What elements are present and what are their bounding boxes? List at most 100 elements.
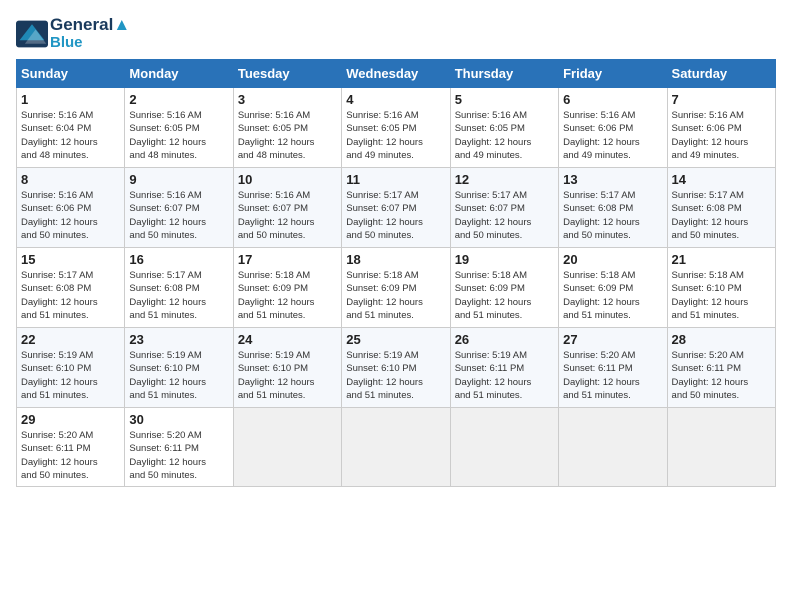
sunset-label: Sunset: 6:07 PM <box>455 203 525 214</box>
calendar-cell: 17 Sunrise: 5:18 AM Sunset: 6:09 PM Dayl… <box>233 248 341 328</box>
daylight-label: Daylight: 12 hours <box>238 137 315 148</box>
sunrise-label: Sunrise: 5:20 AM <box>21 430 93 441</box>
daylight-label: Daylight: 12 hours <box>563 377 640 388</box>
daylight-label: Daylight: 12 hours <box>672 217 749 228</box>
day-header-thursday: Thursday <box>450 60 558 88</box>
day-info: Sunrise: 5:17 AM Sunset: 6:08 PM Dayligh… <box>672 189 771 242</box>
day-info: Sunrise: 5:20 AM Sunset: 6:11 PM Dayligh… <box>672 349 771 402</box>
sunset-label: Sunset: 6:09 PM <box>238 283 308 294</box>
day-info: Sunrise: 5:20 AM Sunset: 6:11 PM Dayligh… <box>563 349 662 402</box>
logo: General▲ Blue <box>16 16 130 51</box>
day-header-friday: Friday <box>559 60 667 88</box>
sunset-label: Sunset: 6:07 PM <box>346 203 416 214</box>
day-number: 27 <box>563 332 662 347</box>
calendar-cell: 12 Sunrise: 5:17 AM Sunset: 6:07 PM Dayl… <box>450 168 558 248</box>
calendar-week-5: 29 Sunrise: 5:20 AM Sunset: 6:11 PM Dayl… <box>17 408 776 487</box>
day-info: Sunrise: 5:18 AM Sunset: 6:10 PM Dayligh… <box>672 269 771 322</box>
sunrise-label: Sunrise: 5:16 AM <box>129 190 201 201</box>
day-number: 30 <box>129 412 228 427</box>
sunset-label: Sunset: 6:05 PM <box>455 123 525 134</box>
sunrise-label: Sunrise: 5:20 AM <box>129 430 201 441</box>
calendar-header-row: SundayMondayTuesdayWednesdayThursdayFrid… <box>17 60 776 88</box>
daylight-label: Daylight: 12 hours <box>563 297 640 308</box>
day-info: Sunrise: 5:20 AM Sunset: 6:11 PM Dayligh… <box>129 429 228 482</box>
day-info: Sunrise: 5:16 AM Sunset: 6:05 PM Dayligh… <box>129 109 228 162</box>
sunrise-label: Sunrise: 5:19 AM <box>346 350 418 361</box>
day-number: 6 <box>563 92 662 107</box>
daylight-label: Daylight: 12 hours <box>346 297 423 308</box>
day-info: Sunrise: 5:16 AM Sunset: 6:07 PM Dayligh… <box>129 189 228 242</box>
daylight-label: Daylight: 12 hours <box>238 297 315 308</box>
day-number: 13 <box>563 172 662 187</box>
sunset-label: Sunset: 6:11 PM <box>455 363 525 374</box>
calendar-cell: 18 Sunrise: 5:18 AM Sunset: 6:09 PM Dayl… <box>342 248 450 328</box>
sunset-label: Sunset: 6:09 PM <box>455 283 525 294</box>
daylight-minutes: and 49 minutes. <box>346 150 414 161</box>
day-number: 1 <box>21 92 120 107</box>
daylight-label: Daylight: 12 hours <box>455 137 532 148</box>
calendar-week-2: 8 Sunrise: 5:16 AM Sunset: 6:06 PM Dayli… <box>17 168 776 248</box>
calendar-cell <box>667 408 775 487</box>
day-number: 20 <box>563 252 662 267</box>
sunset-label: Sunset: 6:10 PM <box>21 363 91 374</box>
sunrise-label: Sunrise: 5:19 AM <box>129 350 201 361</box>
day-number: 10 <box>238 172 337 187</box>
daylight-minutes: and 48 minutes. <box>21 150 89 161</box>
calendar-body: 1 Sunrise: 5:16 AM Sunset: 6:04 PM Dayli… <box>17 88 776 487</box>
sunrise-label: Sunrise: 5:17 AM <box>21 270 93 281</box>
day-number: 25 <box>346 332 445 347</box>
daylight-minutes: and 51 minutes. <box>672 310 740 321</box>
sunrise-label: Sunrise: 5:19 AM <box>455 350 527 361</box>
calendar-cell: 24 Sunrise: 5:19 AM Sunset: 6:10 PM Dayl… <box>233 328 341 408</box>
calendar-cell <box>233 408 341 487</box>
day-info: Sunrise: 5:18 AM Sunset: 6:09 PM Dayligh… <box>563 269 662 322</box>
daylight-label: Daylight: 12 hours <box>129 457 206 468</box>
daylight-minutes: and 51 minutes. <box>346 390 414 401</box>
day-number: 9 <box>129 172 228 187</box>
calendar-cell: 29 Sunrise: 5:20 AM Sunset: 6:11 PM Dayl… <box>17 408 125 487</box>
calendar-cell: 8 Sunrise: 5:16 AM Sunset: 6:06 PM Dayli… <box>17 168 125 248</box>
day-number: 21 <box>672 252 771 267</box>
day-info: Sunrise: 5:18 AM Sunset: 6:09 PM Dayligh… <box>238 269 337 322</box>
sunset-label: Sunset: 6:07 PM <box>238 203 308 214</box>
calendar-cell: 7 Sunrise: 5:16 AM Sunset: 6:06 PM Dayli… <box>667 88 775 168</box>
day-number: 8 <box>21 172 120 187</box>
sunset-label: Sunset: 6:11 PM <box>563 363 633 374</box>
daylight-label: Daylight: 12 hours <box>129 137 206 148</box>
daylight-minutes: and 51 minutes. <box>21 310 89 321</box>
sunset-label: Sunset: 6:10 PM <box>346 363 416 374</box>
day-info: Sunrise: 5:17 AM Sunset: 6:08 PM Dayligh… <box>21 269 120 322</box>
sunrise-label: Sunrise: 5:20 AM <box>563 350 635 361</box>
day-info: Sunrise: 5:16 AM Sunset: 6:05 PM Dayligh… <box>455 109 554 162</box>
daylight-minutes: and 49 minutes. <box>672 150 740 161</box>
day-header-wednesday: Wednesday <box>342 60 450 88</box>
daylight-minutes: and 48 minutes. <box>238 150 306 161</box>
daylight-minutes: and 50 minutes. <box>563 230 631 241</box>
daylight-minutes: and 51 minutes. <box>563 310 631 321</box>
day-info: Sunrise: 5:20 AM Sunset: 6:11 PM Dayligh… <box>21 429 120 482</box>
sunrise-label: Sunrise: 5:16 AM <box>455 110 527 121</box>
day-info: Sunrise: 5:17 AM Sunset: 6:08 PM Dayligh… <box>129 269 228 322</box>
daylight-minutes: and 50 minutes. <box>346 230 414 241</box>
calendar-cell: 26 Sunrise: 5:19 AM Sunset: 6:11 PM Dayl… <box>450 328 558 408</box>
sunrise-label: Sunrise: 5:16 AM <box>21 190 93 201</box>
daylight-label: Daylight: 12 hours <box>346 137 423 148</box>
sunset-label: Sunset: 6:10 PM <box>129 363 199 374</box>
daylight-minutes: and 51 minutes. <box>238 390 306 401</box>
daylight-label: Daylight: 12 hours <box>563 217 640 228</box>
sunset-label: Sunset: 6:05 PM <box>238 123 308 134</box>
day-header-saturday: Saturday <box>667 60 775 88</box>
day-header-sunday: Sunday <box>17 60 125 88</box>
daylight-minutes: and 49 minutes. <box>563 150 631 161</box>
sunset-label: Sunset: 6:09 PM <box>346 283 416 294</box>
daylight-minutes: and 51 minutes. <box>129 390 197 401</box>
sunset-label: Sunset: 6:10 PM <box>238 363 308 374</box>
day-info: Sunrise: 5:16 AM Sunset: 6:06 PM Dayligh… <box>21 189 120 242</box>
sunrise-label: Sunrise: 5:16 AM <box>238 110 310 121</box>
daylight-minutes: and 50 minutes. <box>21 470 89 481</box>
sunrise-label: Sunrise: 5:19 AM <box>21 350 93 361</box>
calendar-cell: 1 Sunrise: 5:16 AM Sunset: 6:04 PM Dayli… <box>17 88 125 168</box>
day-info: Sunrise: 5:19 AM Sunset: 6:10 PM Dayligh… <box>129 349 228 402</box>
sunrise-label: Sunrise: 5:17 AM <box>346 190 418 201</box>
daylight-minutes: and 49 minutes. <box>455 150 523 161</box>
